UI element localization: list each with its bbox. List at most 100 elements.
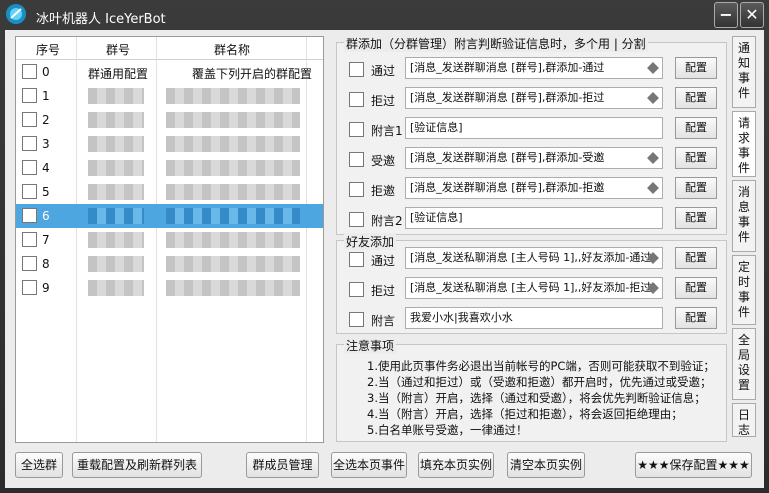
config-button[interactable]: 配置 [675,207,717,229]
group-add-option: 受邀 [消息_发送群聊消息 [群号],群添加-受邀 配置 [349,147,721,171]
option-value-field[interactable]: [验证信息] [405,207,663,229]
note-line: 4.当（附言）开启，选择（拒过和拒邀），将会返回拒绝理由； [367,407,683,421]
title-bar[interactable]: 冰叶机器人 IceYerBot − ✕ [0,0,769,32]
side-tab-char: 置 [737,378,750,392]
friend-add-option: 附言 我爱小水|我喜欢小水 配置 [349,307,721,331]
option-value-field[interactable]: [消息_发送群聊消息 [群号],群添加-拒过 [405,87,663,109]
side-tab[interactable]: 全局设置 [732,328,756,400]
option-value-field[interactable]: [消息_发送群聊消息 [群号],群添加-拒邀 [405,177,663,199]
row-index: 5 [42,185,50,199]
select-all-groups-button[interactable]: 全选群 [15,452,63,478]
table-row[interactable]: 5 [16,180,323,204]
option-value: 我爱小水|我喜欢小水 [410,311,513,324]
dropdown-icon[interactable] [647,152,659,164]
option-value: [消息_发送私聊消息 [主人号码 1],,好友添加-通过 [410,251,652,264]
row-index: 0 [42,65,50,79]
row-checkbox[interactable] [22,184,37,199]
side-tab[interactable]: 定时事件 [732,255,756,325]
table-row[interactable]: 1 [16,84,323,108]
side-tab[interactable]: 通知事件 [732,36,756,108]
option-value-field[interactable]: [消息_发送私聊消息 [主人号码 1],,好友添加-拒过 [405,277,663,299]
dropdown-icon[interactable] [647,62,659,74]
config-button[interactable]: 配置 [675,57,717,79]
save-config-button[interactable]: ★★★保存配置★★★ [635,452,752,478]
row-index: 9 [42,281,50,295]
group-add-option: 通过 [消息_发送群聊消息 [群号],群添加-通过 配置 [349,57,721,81]
row-checkbox[interactable] [22,64,37,79]
note-line: 5.白名单账号受邀，一律通过！ [367,423,528,437]
redacted-group-id [88,160,144,176]
config-button[interactable]: 配置 [675,147,717,169]
select-all-page-events-button[interactable]: 全选本页事件 [331,452,407,478]
row-group-id: 群通用配置 [88,67,149,81]
close-button[interactable]: ✕ [740,2,764,28]
member-manage-button[interactable]: 群成员管理 [246,452,319,478]
row-checkbox[interactable] [22,232,37,247]
option-value: [消息_发送群聊消息 [群号],群添加-拒过 [410,91,605,104]
option-checkbox[interactable] [349,182,364,197]
config-button[interactable]: 配置 [675,87,717,109]
table-row[interactable]: 8 [16,252,323,276]
option-label: 受邀 [371,154,396,168]
dropdown-icon[interactable] [647,182,659,194]
option-value: [消息_发送私聊消息 [主人号码 1],,好友添加-拒过 [410,281,652,294]
notes-panel: 注意事项 1.使用此页事件务必退出当前帐号的PC端，否则可能获取不到验证； 2.当… [336,337,727,442]
side-tab-char: 件 [737,86,750,100]
option-value-field[interactable]: 我爱小水|我喜欢小水 [405,307,663,329]
row-checkbox[interactable] [22,112,37,127]
option-checkbox[interactable] [349,212,364,227]
side-tab[interactable]: 消息事件 [732,180,756,252]
fill-page-button[interactable]: 填充本页实例 [418,452,494,478]
table-row[interactable]: 2 [16,108,323,132]
reload-config-button[interactable]: 重载配置及刷新群列表 [72,452,202,478]
row-checkbox[interactable] [22,208,37,223]
redacted-group-name [166,112,300,128]
option-checkbox[interactable] [349,282,364,297]
dropdown-icon[interactable] [647,92,659,104]
option-value-field[interactable]: [验证信息] [405,117,663,139]
option-checkbox[interactable] [349,92,364,107]
group-add-option: 拒过 [消息_发送群聊消息 [群号],群添加-拒过 配置 [349,87,721,111]
redacted-group-id [88,232,144,248]
config-button[interactable]: 配置 [675,117,717,139]
clear-page-button[interactable]: 清空本页实例 [507,452,585,478]
row-checkbox[interactable] [22,280,37,295]
option-checkbox[interactable] [349,62,364,77]
group-add-title: 群添加（分群管理）附言判断验证信息时，多个用 | 分割 [344,35,648,52]
option-checkbox[interactable] [349,312,364,327]
option-value: [消息_发送群聊消息 [群号],群添加-受邀 [410,151,605,164]
table-row[interactable]: 9 [16,276,323,300]
option-value-field[interactable]: [消息_发送群聊消息 [群号],群添加-通过 [405,57,663,79]
side-tab[interactable]: 日志 [732,403,756,437]
redacted-group-id [88,184,144,200]
config-button[interactable]: 配置 [675,277,717,299]
group-add-panel: 群添加（分群管理）附言判断验证信息时，多个用 | 分割 通过 [消息_发送群聊消息… [336,35,727,235]
side-tab-char: 事 [737,215,750,229]
option-label: 通过 [371,64,396,78]
row-checkbox[interactable] [22,160,37,175]
minimize-button[interactable]: − [714,2,738,28]
table-row[interactable]: 0 群通用配置 覆盖下列开启的群配置 [16,60,323,84]
friend-add-option: 通过 [消息_发送私聊消息 [主人号码 1],,好友添加-通过 配置 [349,247,721,271]
row-checkbox[interactable] [22,256,37,271]
option-label: 拒邀 [371,184,396,198]
row-checkbox[interactable] [22,88,37,103]
row-checkbox[interactable] [22,136,37,151]
option-value-field[interactable]: [消息_发送群聊消息 [群号],群添加-受邀 [405,147,663,169]
table-row[interactable]: 4 [16,156,323,180]
side-tab[interactable]: 请求事件 [732,111,756,177]
side-tab-char: 件 [737,230,750,244]
table-row[interactable]: 3 [16,132,323,156]
table-row[interactable]: 7 [16,228,323,252]
table-row[interactable]: 6 [16,204,323,228]
option-checkbox[interactable] [349,152,364,167]
config-button[interactable]: 配置 [675,307,717,329]
config-button[interactable]: 配置 [675,247,717,269]
option-value-field[interactable]: [消息_发送私聊消息 [主人号码 1],,好友添加-通过 [405,247,663,269]
config-button[interactable]: 配置 [675,177,717,199]
note-line: 2.当（通过和拒过）或（受邀和拒邀）都开启时，优先通过或受邀； [367,375,712,389]
redacted-group-name [166,88,300,104]
option-checkbox[interactable] [349,122,364,137]
option-checkbox[interactable] [349,252,364,267]
group-list-table[interactable]: 序号 群号 群名称 0 群通用配置 覆盖下列开启的群配置 1 2 3 4 5 6 7 8 9 [15,36,324,443]
